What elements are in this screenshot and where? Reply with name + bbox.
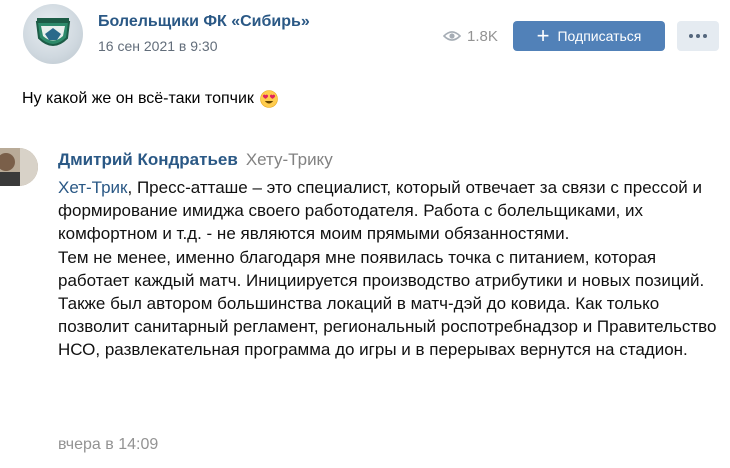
more-actions-button[interactable]	[677, 21, 719, 51]
comment-header: Дмитрий Кондратьев Хету-Трику	[58, 150, 333, 170]
post-text: Ну какой же он всё-таки топчик	[22, 90, 278, 108]
reply-to-link[interactable]: Хету-Трику	[246, 150, 333, 169]
commenter-avatar[interactable]	[0, 148, 38, 186]
mention-link[interactable]: Хет-Трик	[58, 178, 128, 197]
comment-paragraph: Хет-Трик, Пресс-атташе – это специалист,…	[58, 178, 703, 244]
comment-body: Хет-Трик, Пресс-атташе – это специалист,…	[58, 176, 723, 362]
views-counter: 1.8K	[443, 26, 498, 46]
comment-timestamp[interactable]: вчера в 14:09	[58, 436, 158, 454]
comment-author-link[interactable]: Дмитрий Кондратьев	[58, 150, 238, 169]
group-avatar[interactable]	[23, 4, 83, 64]
subscribe-label: Подписаться	[557, 28, 642, 44]
eye-icon	[443, 31, 461, 41]
heart-eyes-emoji-icon	[260, 90, 278, 108]
user-photo-icon	[0, 148, 38, 186]
comment-paragraph: Также был автором большинства локаций в …	[58, 294, 717, 360]
views-count: 1.8K	[467, 27, 498, 45]
club-crest-icon	[35, 18, 71, 46]
post-date[interactable]: 16 сен 2021 в 9:30	[98, 38, 217, 54]
group-name-link[interactable]: Болельщики ФК «Сибирь»	[98, 13, 310, 31]
post-header: Болельщики ФК «Сибирь» 16 сен 2021 в 9:3…	[0, 0, 730, 70]
subscribe-button[interactable]: + Подписаться	[513, 21, 665, 51]
more-dots-icon	[689, 34, 693, 38]
post-body: Ну какой же он всё-таки топчик	[22, 90, 254, 107]
plus-icon: +	[536, 23, 550, 48]
comment-paragraph: Тем не менее, именно благодаря мне появи…	[58, 247, 705, 290]
